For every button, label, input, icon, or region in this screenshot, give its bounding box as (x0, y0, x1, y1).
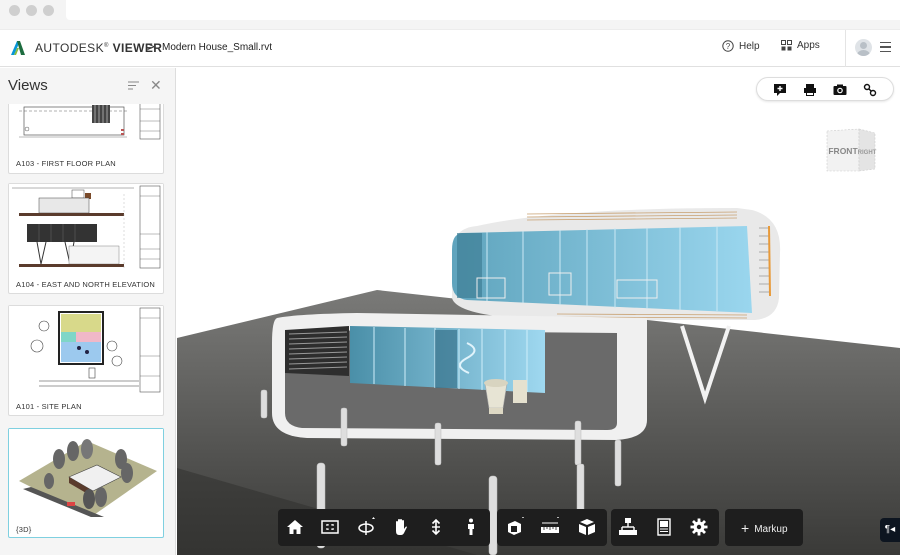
print-icon[interactable] (802, 82, 818, 98)
help-label: Help (739, 40, 760, 52)
markup-button[interactable]: + Markup (725, 509, 803, 546)
plus-icon: + (741, 520, 750, 536)
hamburger-menu-icon[interactable] (880, 42, 891, 52)
settings-icon[interactable] (689, 517, 709, 537)
orbit-icon[interactable] (356, 517, 376, 537)
user-avatar[interactable] (855, 39, 872, 56)
app-header: AUTODESK® VIEWER > Modern House_Small.rv… (0, 30, 900, 67)
browser-chrome (0, 0, 900, 30)
view-thumbnail (9, 184, 163, 272)
home-icon[interactable] (285, 517, 305, 537)
address-bar[interactable] (66, 0, 900, 20)
feedback-button[interactable]: ¶◂ (880, 518, 900, 542)
views-panel-header: Views ✕ (0, 68, 175, 104)
section-icon[interactable] (505, 517, 525, 537)
window-close-dot[interactable] (9, 5, 20, 16)
model-browser-icon[interactable] (618, 517, 638, 537)
views-panel: Views ✕ A103 - FIRST FLOOR PLAN A104 - E… (0, 68, 176, 555)
measure-icon[interactable] (540, 517, 560, 537)
view-thumbnail (9, 306, 163, 394)
fit-to-view-icon[interactable] (320, 517, 340, 537)
view-thumbnail (9, 429, 163, 517)
settings-toolbar (611, 509, 719, 546)
navigation-toolbar (278, 509, 490, 546)
markup-text: Markup (754, 524, 788, 535)
apps-grid-icon (781, 40, 792, 51)
3d-viewport[interactable] (177, 68, 900, 555)
viewcube-front-label[interactable]: FRONT (828, 146, 858, 156)
view-label: A104 - EAST AND NORTH ELEVATION (16, 280, 156, 289)
3d-model-render[interactable] (177, 68, 900, 555)
close-panel-icon[interactable]: ✕ (150, 77, 162, 94)
view-card[interactable]: A104 - EAST AND NORTH ELEVATION (8, 183, 164, 294)
brand-autodesk: AUTODESK (35, 41, 104, 55)
pan-icon[interactable] (391, 517, 411, 537)
help-button[interactable]: ? Help (722, 40, 760, 52)
view-card-selected[interactable]: {3D} (8, 428, 164, 538)
view-cube[interactable]: FRONT RIGHT (823, 125, 877, 175)
sort-list-icon[interactable] (128, 81, 139, 90)
comment-icon[interactable] (772, 82, 788, 98)
apps-label: Apps (797, 40, 820, 51)
apps-button[interactable]: Apps (781, 40, 820, 51)
header-divider (845, 30, 846, 67)
first-person-icon[interactable] (461, 517, 481, 537)
svg-text:?: ? (726, 42, 731, 51)
zoom-icon[interactable] (426, 517, 446, 537)
viewcube-right-label[interactable]: RIGHT (858, 150, 877, 156)
viewer-top-toolbar (756, 77, 894, 101)
camera-icon[interactable] (832, 82, 848, 98)
view-card[interactable]: A101 - SITE PLAN (8, 305, 164, 416)
explode-icon[interactable] (577, 517, 597, 537)
app-brand: AUTODESK® VIEWER (35, 41, 162, 55)
view-label: A101 - SITE PLAN (16, 402, 82, 411)
help-icon: ? (722, 40, 734, 52)
autodesk-logo-icon[interactable] (10, 40, 26, 56)
window-maximize-dot[interactable] (43, 5, 54, 16)
window-minimize-dot[interactable] (26, 5, 37, 16)
view-label: {3D} (16, 525, 32, 534)
brand-viewer: VIEWER (112, 41, 163, 55)
views-panel-title: Views (8, 77, 48, 94)
link-icon[interactable] (862, 82, 878, 98)
model-tools-toolbar (497, 509, 607, 546)
breadcrumb-file-name[interactable]: Modern House_Small.rvt (162, 42, 272, 53)
breadcrumb-separator: > (147, 39, 155, 54)
properties-icon[interactable] (654, 517, 674, 537)
upper-floor-glass (452, 226, 752, 313)
view-label: A103 - FIRST FLOOR PLAN (16, 159, 116, 168)
planter (513, 380, 527, 403)
markup-label: + Markup (741, 520, 788, 536)
registered-mark: ® (104, 43, 109, 49)
